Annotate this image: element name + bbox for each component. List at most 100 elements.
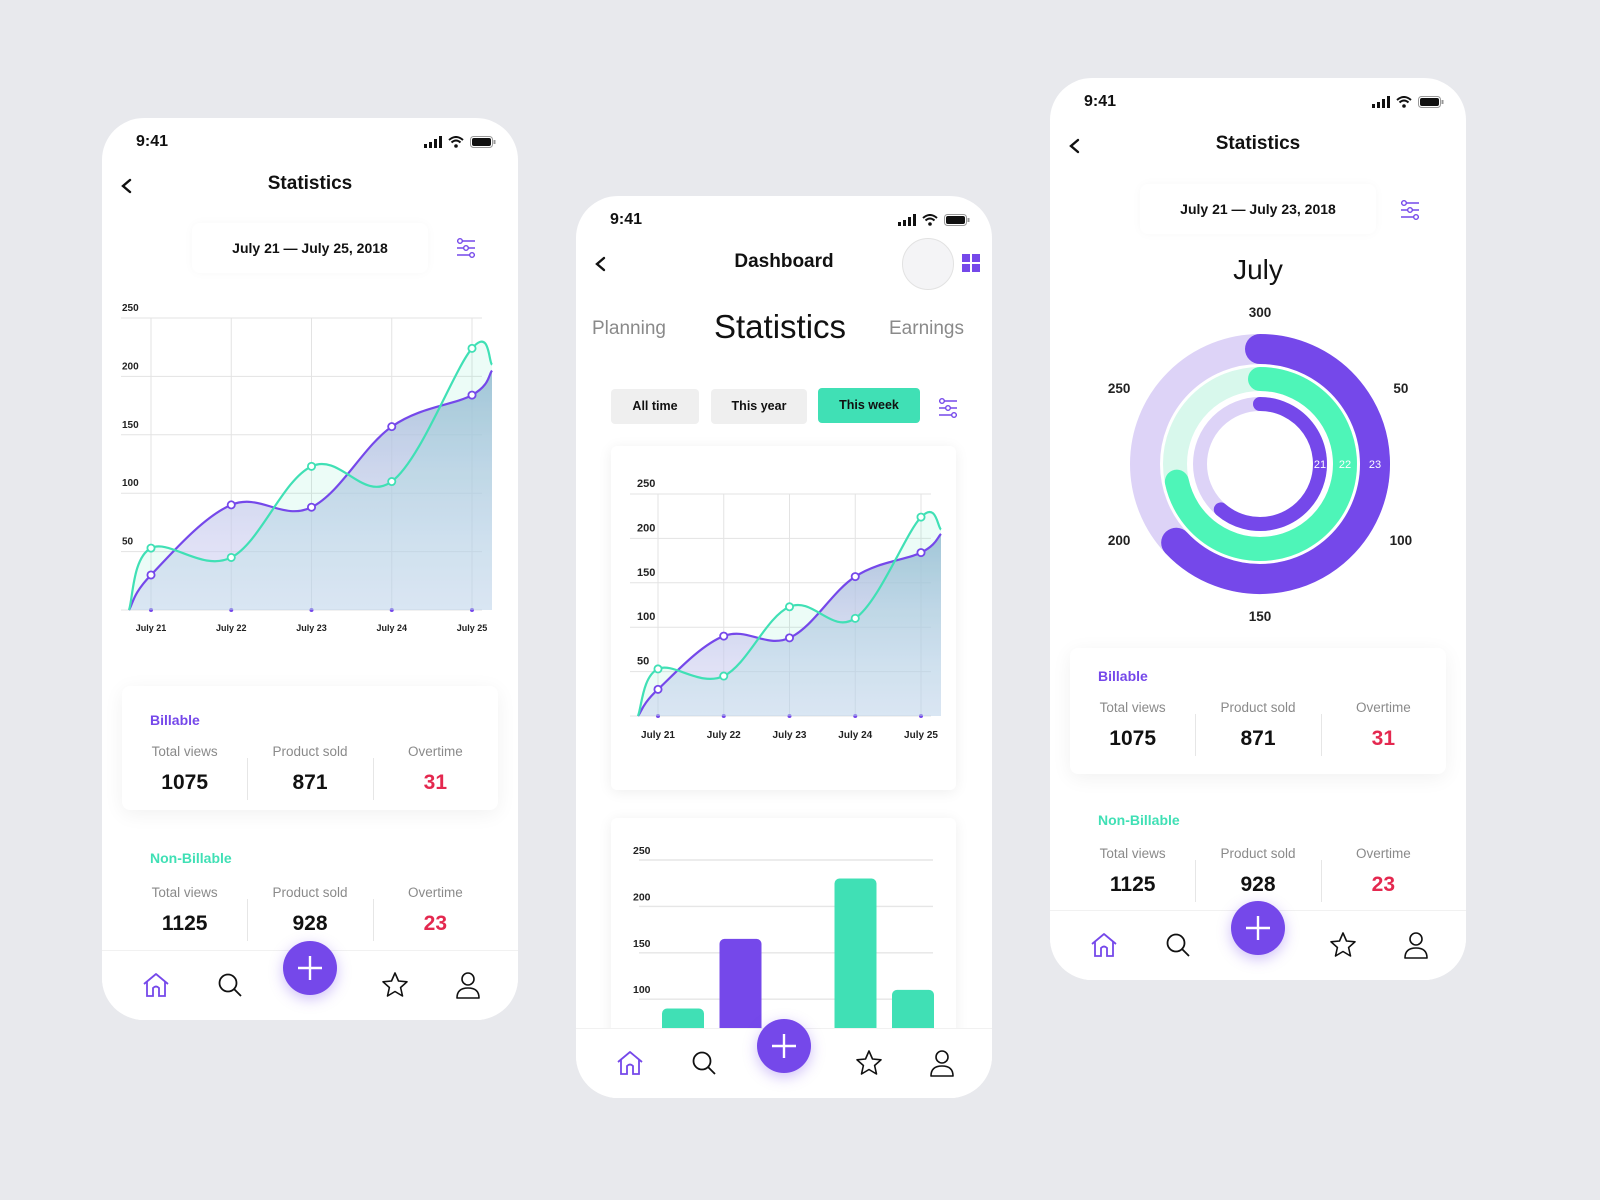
tab-profile[interactable] (1400, 929, 1432, 961)
tab-profile[interactable] (926, 1047, 958, 1079)
scale-label: 150 (1249, 609, 1272, 624)
wifi-icon (922, 214, 938, 226)
data-point (916, 548, 926, 558)
tab-search[interactable] (214, 969, 246, 1001)
billable-metrics: Total views 1075 Product sold 871 Overtime… (122, 744, 498, 800)
billable-label: Billable (150, 712, 200, 728)
y-tick-label: 50 (637, 656, 649, 668)
plus-icon (298, 956, 322, 980)
wifi-icon (1396, 96, 1412, 108)
y-tick-label: 100 (637, 611, 655, 623)
data-point (719, 671, 729, 681)
non-billable-label: Non-Billable (1098, 812, 1180, 828)
date-range-picker[interactable]: July 21 — July 23, 2018 (1140, 184, 1376, 234)
metric-overtime: Overtime 31 (1320, 700, 1446, 756)
section-tabs: Planning Statistics Earnings (576, 306, 992, 346)
metric-overtime: Overtime 31 (372, 744, 498, 800)
y-tick-label: 250 (633, 845, 651, 857)
tab-favorites[interactable] (379, 969, 411, 1001)
x-tick-label: July 24 (838, 730, 872, 741)
y-tick-label: 100 (122, 478, 139, 489)
signal-icon (898, 214, 916, 226)
data-point (850, 572, 860, 582)
add-button[interactable] (283, 941, 337, 995)
x-tick-label: July 23 (296, 623, 327, 633)
y-tick-label: 200 (122, 361, 139, 372)
x-tick-label: July 24 (376, 623, 407, 633)
y-tick-label: 100 (633, 984, 651, 996)
scale-label: 100 (1390, 533, 1413, 548)
metric-product-sold: Product sold 928 (1195, 846, 1320, 902)
y-tick-label: 150 (122, 420, 139, 431)
signal-icon (1372, 96, 1390, 108)
home-icon (143, 973, 169, 997)
statistics-screen-right: 9:41 Statistics July 21 — July 23, 2018 … (1050, 78, 1466, 980)
tab-earnings[interactable]: Earnings (889, 318, 964, 340)
data-point (850, 613, 860, 623)
x-tick-label: July 22 (707, 730, 741, 741)
metric-overtime: Overtime 23 (1320, 846, 1446, 902)
add-button[interactable] (757, 1019, 811, 1073)
tab-home[interactable] (614, 1047, 646, 1079)
sliders-icon[interactable] (936, 396, 960, 420)
status-time: 9:41 (136, 133, 169, 150)
data-point (784, 633, 794, 643)
series-area-non-billable (129, 341, 492, 610)
filter-this-year[interactable]: This year (711, 389, 807, 424)
page-title: Statistics (267, 173, 353, 194)
sliders-icon[interactable] (454, 236, 478, 260)
tab-search[interactable] (1162, 929, 1194, 961)
tab-search[interactable] (688, 1047, 720, 1079)
dark-mode-toggle[interactable] (902, 238, 954, 290)
scale-label: 250 (1108, 381, 1131, 396)
sliders-icon[interactable] (1398, 198, 1422, 222)
bottom-tab-bar (102, 941, 518, 1020)
search-icon (692, 1051, 716, 1075)
tab-planning[interactable]: Planning (592, 318, 666, 340)
tab-profile[interactable] (452, 969, 484, 1001)
metric-total-views: Total views 1125 (1099, 846, 1166, 896)
tab-statistics[interactable]: Statistics (714, 308, 846, 346)
ring-arc (1213, 397, 1327, 531)
data-point (226, 500, 236, 510)
non-billable-card: Non-Billable Total views 1125 Product sol… (1070, 800, 1446, 910)
grid-icon[interactable] (962, 254, 980, 272)
line-chart-card: 50 100 150 200 250 July 21 July 22 July 23 July … (611, 446, 956, 790)
tab-home[interactable] (140, 969, 172, 1001)
signal-icon (424, 136, 442, 148)
battery-icon (944, 214, 970, 226)
data-point (146, 570, 156, 580)
metric-total-views: Total views 1125 (151, 885, 218, 935)
data-point (653, 664, 663, 674)
ring-label: 21 (1314, 459, 1326, 471)
data-point (146, 543, 156, 553)
data-point (226, 552, 236, 562)
status-time: 9:41 (610, 211, 643, 228)
line-chart: 50 100 150 200 250 July 21 July 22 July 23 July … (630, 478, 942, 741)
data-point (467, 390, 477, 400)
ring-label: 22 (1339, 459, 1351, 471)
home-icon (617, 1051, 643, 1075)
billable-label: Billable (1098, 668, 1148, 684)
date-range-picker[interactable]: July 21 — July 25, 2018 (192, 223, 428, 273)
add-button[interactable] (1231, 901, 1285, 955)
status-time: 9:41 (1084, 93, 1117, 110)
y-tick-label: 150 (633, 938, 651, 950)
tab-home[interactable] (1088, 929, 1120, 961)
tab-favorites[interactable] (853, 1047, 885, 1079)
moon-icon (923, 256, 931, 272)
metric-product-sold: Product sold 871 (1195, 700, 1320, 756)
y-tick-label: 200 (637, 522, 655, 534)
bottom-tab-bar (1050, 901, 1466, 980)
y-tick-label: 250 (637, 478, 655, 490)
x-tick-label: July 22 (216, 623, 247, 633)
non-billable-metrics: Total views 1125 Product sold 928 Overtime… (1070, 846, 1446, 902)
status-bar: 9:41 (610, 210, 970, 230)
user-icon (456, 972, 480, 999)
tab-favorites[interactable] (1327, 929, 1359, 961)
scale-label: 50 (1393, 381, 1408, 396)
filter-all-time[interactable]: All time (611, 389, 699, 424)
statistics-screen-left: 9:41 Statistics July 21 — July 25, 2018 … (102, 118, 518, 1020)
filter-this-week[interactable]: This week (818, 388, 920, 423)
data-point (916, 512, 926, 522)
